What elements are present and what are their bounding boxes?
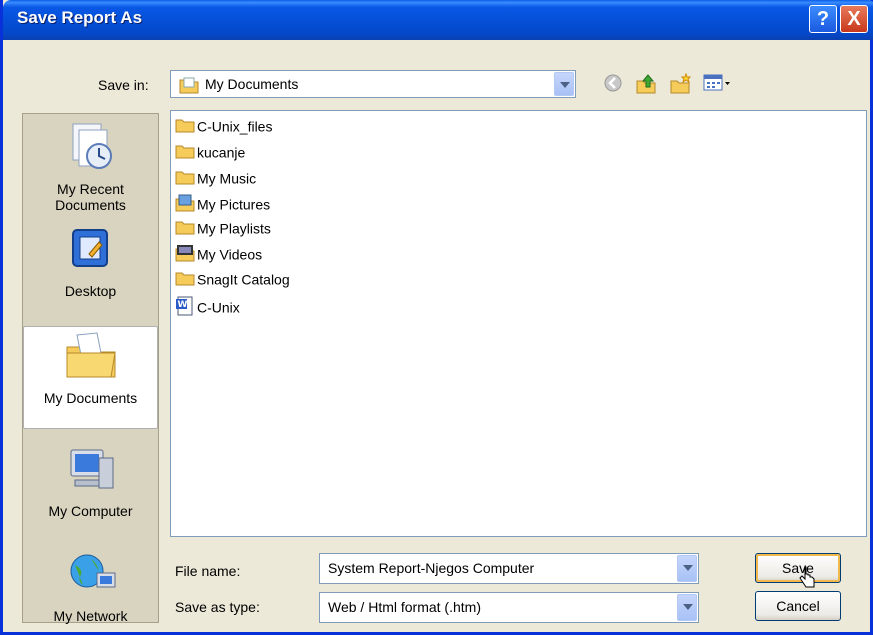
back-icon[interactable] <box>603 73 623 96</box>
save-in-value: My Documents <box>205 76 299 92</box>
save-report-dialog: Save Report As ? X Save in: My Documents <box>0 0 873 635</box>
list-item[interactable]: My Music <box>175 169 256 191</box>
file-name: kucanje <box>197 144 246 161</box>
close-button[interactable]: X <box>840 5 868 33</box>
svg-text:W: W <box>178 300 188 310</box>
place-my-recent-documents[interactable]: My Recent Documents <box>23 120 158 213</box>
save-as-type-label: Save as type: <box>175 599 260 615</box>
file-name: C-Unix_files <box>197 118 273 135</box>
folder-icon <box>175 117 195 136</box>
cancel-button[interactable]: Cancel <box>755 591 841 621</box>
title-bar[interactable]: Save Report As ? X <box>3 0 873 40</box>
desktop-icon <box>23 226 158 277</box>
chevron-down-icon[interactable] <box>554 72 574 96</box>
new-folder-icon[interactable] <box>669 72 692 98</box>
chevron-down-icon[interactable] <box>677 555 697 582</box>
place-label-my-computer: My Computer <box>48 503 133 519</box>
list-item[interactable]: My Playlists <box>175 219 271 241</box>
my-documents-icon <box>24 331 157 384</box>
chevron-down-icon[interactable] <box>677 594 697 621</box>
pictures-folder-icon <box>175 194 195 215</box>
list-item[interactable]: SnagIt Catalog <box>175 270 290 292</box>
word-document-icon: W <box>175 296 195 319</box>
place-label-recent-2: Documents <box>55 197 126 213</box>
my-documents-small-icon <box>179 76 199 97</box>
my-network-icon <box>23 549 158 602</box>
list-item[interactable]: My Pictures <box>175 194 270 216</box>
place-label-my-documents: My Documents <box>43 390 138 406</box>
file-name: My Videos <box>197 246 263 263</box>
place-label-my-network: My Network <box>53 608 128 624</box>
list-item[interactable]: My Videos <box>175 244 262 266</box>
folder-icon <box>175 169 195 188</box>
place-my-documents[interactable]: My Documents <box>23 326 158 429</box>
mouse-cursor-icon <box>799 565 817 594</box>
file-name-value: System Report-Njegos Computer <box>328 560 535 576</box>
save-in-label: Save in: <box>98 77 149 93</box>
save-as-type-dropdown[interactable]: Web / Html format (.htm) <box>319 592 699 623</box>
file-list[interactable]: C-Unix_files kucanje My Music My Picture… <box>170 110 867 537</box>
folder-icon <box>175 143 195 162</box>
my-computer-icon <box>23 444 158 497</box>
folder-icon <box>175 219 195 238</box>
file-name: My Music <box>197 170 257 187</box>
place-label-desktop: Desktop <box>64 283 117 299</box>
file-name-input[interactable]: System Report-Njegos Computer <box>319 553 699 584</box>
places-bar: My Recent Documents Desktop My Documents… <box>22 113 159 624</box>
list-item[interactable]: W C-Unix <box>175 296 240 318</box>
file-name: My Playlists <box>197 220 271 237</box>
save-button[interactable]: Save <box>755 553 841 583</box>
videos-folder-icon <box>175 244 195 265</box>
file-name: My Pictures <box>197 196 271 213</box>
file-name-label: File name: <box>175 563 241 579</box>
place-desktop[interactable]: Desktop <box>23 226 158 299</box>
file-name: C-Unix <box>197 299 240 316</box>
list-item[interactable]: kucanje <box>175 143 245 165</box>
folder-icon <box>175 270 195 289</box>
file-name: SnagIt Catalog <box>197 271 290 288</box>
recent-documents-icon <box>23 120 158 175</box>
save-in-dropdown[interactable]: My Documents <box>170 70 576 98</box>
place-my-network[interactable]: My Network <box>23 549 158 624</box>
views-menu-icon[interactable] <box>703 73 733 96</box>
save-as-type-value: Web / Html format (.htm) <box>328 599 481 615</box>
place-my-computer[interactable]: My Computer <box>23 444 158 519</box>
list-item[interactable]: C-Unix_files <box>175 117 272 139</box>
help-button[interactable]: ? <box>809 5 837 33</box>
place-label-recent-1: My Recent <box>57 181 124 197</box>
dialog-title: Save Report As <box>17 8 143 27</box>
up-folder-icon[interactable] <box>635 73 657 98</box>
